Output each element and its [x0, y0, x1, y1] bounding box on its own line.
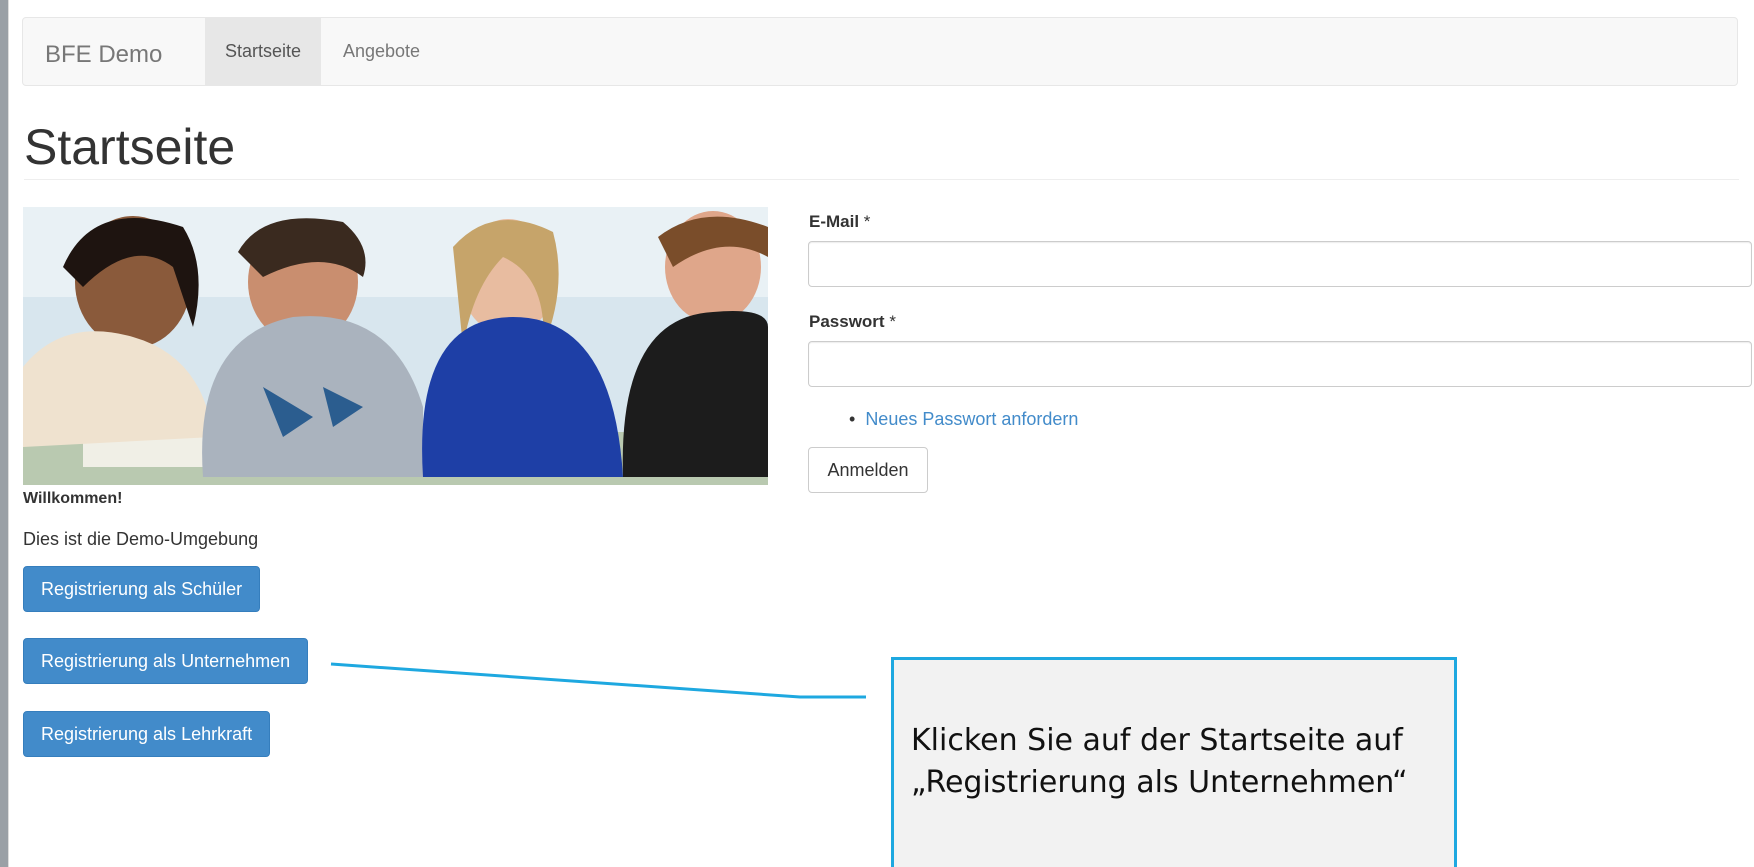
top-navbar: BFE Demo Startseite Angebote — [22, 17, 1738, 86]
welcome-text: Dies ist die Demo-Umgebung — [23, 529, 259, 549]
password-label: Passwort * — [809, 312, 896, 332]
bullet-icon: • — [849, 409, 856, 429]
nav-item-angebote[interactable]: Angebote — [323, 18, 440, 85]
callout-text: Klicken Sie auf der Startseite auf „Regi… — [911, 720, 1408, 804]
students-photo — [23, 207, 768, 485]
email-label-text: E-Mail — [809, 212, 860, 231]
password-field[interactable] — [808, 341, 1752, 387]
email-required-mark: * — [863, 212, 871, 231]
reset-password-item: • Neues Passwort anfordern — [849, 409, 1078, 430]
callout-line-2: „Registrierung als Unternehmen“ — [911, 765, 1408, 800]
page: BFE Demo Startseite Angebote Startseite — [8, 0, 1754, 867]
register-teacher-button[interactable]: Registrierung als Lehrkraft — [23, 711, 271, 757]
callout-line-1: Klicken Sie auf der Startseite auf — [911, 723, 1403, 758]
reset-password-link[interactable]: Neues Passwort anfordern — [865, 409, 1078, 429]
welcome-heading: Willkommen! — [23, 490, 123, 507]
register-company-button[interactable]: Registrierung als Unternehmen — [23, 638, 309, 684]
email-field[interactable] — [808, 241, 1752, 287]
password-required-mark: * — [889, 312, 896, 331]
email-label: E-Mail * — [809, 212, 870, 232]
page-title: Startseite — [24, 119, 236, 175]
nav-item-startseite[interactable]: Startseite — [205, 18, 322, 85]
title-divider — [24, 179, 1739, 180]
login-button[interactable]: Anmelden — [808, 447, 928, 493]
instruction-callout: Klicken Sie auf der Startseite auf „Regi… — [891, 657, 1457, 867]
brand-link[interactable]: BFE Demo — [45, 41, 162, 69]
password-label-text: Passwort — [809, 312, 885, 331]
register-student-button[interactable]: Registrierung als Schüler — [23, 566, 261, 612]
